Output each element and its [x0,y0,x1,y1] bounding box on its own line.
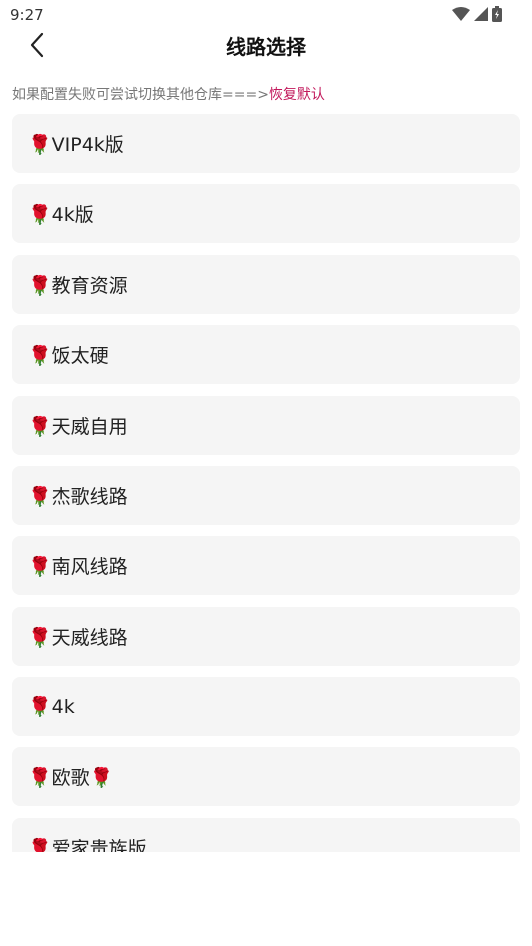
route-label: 🌹杰歌线路 [28,486,128,508]
route-list[interactable]: 🌹VIP4k版 🌹4k版 🌹教育资源 🌹饭太硬 🌹天威自用 🌹杰歌线路 🌹南风线… [0,112,532,852]
route-label: 🌹南风线路 [28,556,128,578]
route-label: 🌹天威线路 [28,627,128,649]
restore-default-link[interactable]: 恢复默认 [269,87,325,103]
list-item[interactable]: 🌹南风线路 [12,536,520,595]
list-item[interactable]: 🌹杰歌线路 [12,466,520,525]
list-item[interactable]: 🌹VIP4k版 [12,114,520,173]
battery-icon [492,6,502,22]
hint-message: 如果配置失败可尝试切换其他仓库===> [12,87,269,103]
list-item[interactable]: 🌹饭太硬 [12,325,520,384]
list-item[interactable]: 🌹教育资源 [12,255,520,314]
route-label: 🌹饭太硬 [28,345,109,367]
route-label: 🌹教育资源 [28,275,128,297]
route-label: 🌹4k [28,696,75,718]
list-item[interactable]: 🌹天威线路 [12,607,520,666]
list-item[interactable]: 🌹4k版 [12,184,520,243]
page-title: 线路选择 [226,35,306,59]
list-item[interactable]: 🌹爱家贵族版 [12,818,520,852]
status-bar: 9:27 [0,0,532,28]
route-label: 🌹天威自用 [28,416,128,438]
list-item[interactable]: 🌹4k [12,677,520,736]
route-label: 🌹VIP4k版 [28,134,124,156]
hint-text: 如果配置失败可尝试切换其他仓库===>恢复默认 [12,84,325,104]
route-label: 🌹4k版 [28,204,94,226]
route-label: 🌹爱家贵族版 [28,838,147,852]
route-label: 🌹欧歌🌹 [28,767,114,789]
status-icons [452,6,502,22]
status-time: 9:27 [10,6,44,24]
list-item[interactable]: 🌹欧歌🌹 [12,747,520,806]
wifi-icon [452,7,470,21]
app-bar: 线路选择 [0,28,532,62]
list-item[interactable]: 🌹天威自用 [12,396,520,455]
signal-icon [474,7,488,21]
